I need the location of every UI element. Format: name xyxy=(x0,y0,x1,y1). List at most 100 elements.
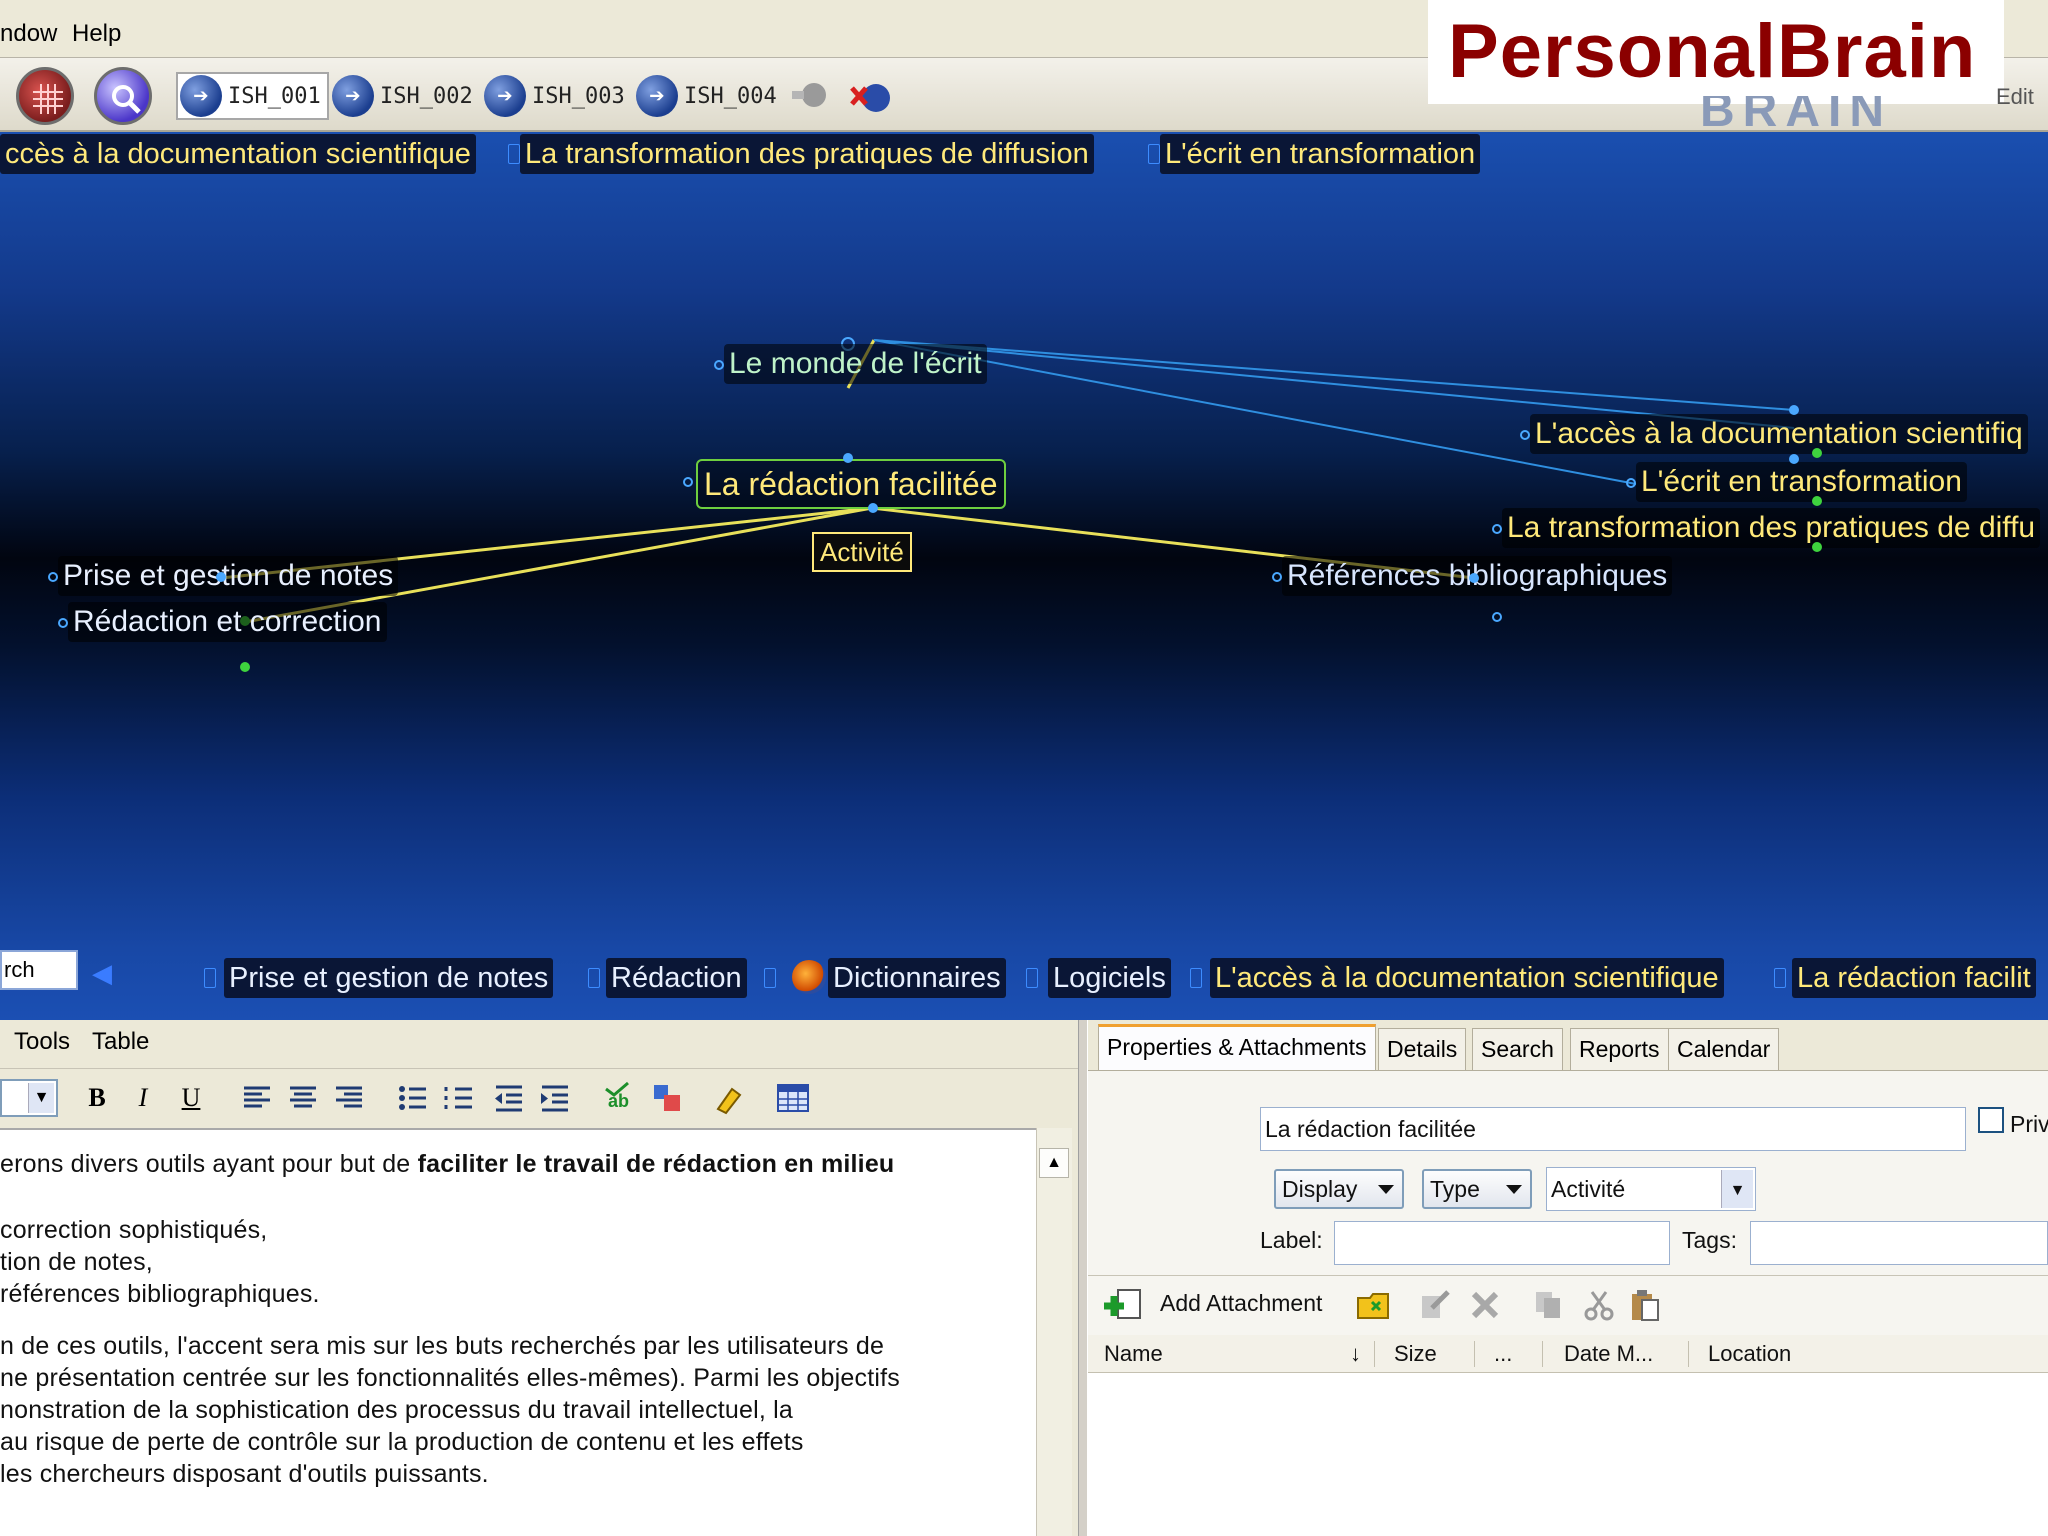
tab-reports[interactable]: Reports xyxy=(1570,1028,1669,1070)
gate-child[interactable] xyxy=(1272,572,1282,582)
notes-editor[interactable]: erons divers outils ayant pour but de fa… xyxy=(0,1128,1036,1536)
thought-name-field[interactable]: La rédaction facilitée xyxy=(1260,1107,1966,1151)
thought-jump-acces[interactable]: L'accès à la documentation scientifiq xyxy=(1530,414,2028,454)
arrow-right-icon: ➔ xyxy=(180,75,222,117)
thought-jump-ecrit[interactable]: L'écrit en transformation xyxy=(1636,462,1967,502)
gate-child-top[interactable] xyxy=(216,572,226,582)
active-thought[interactable]: La rédaction facilitée xyxy=(696,459,1006,509)
menu-table[interactable]: Table xyxy=(92,1028,149,1056)
gate-jump-top[interactable] xyxy=(1789,405,1799,415)
col-size[interactable]: Size xyxy=(1394,1341,1437,1367)
paste-icon[interactable] xyxy=(1628,1288,1662,1322)
edit-attachment-icon[interactable] xyxy=(1418,1288,1452,1322)
menu-window[interactable]: ndow xyxy=(0,20,57,48)
spellcheck-icon[interactable]: ab xyxy=(600,1079,638,1117)
bulleted-list-icon[interactable] xyxy=(394,1079,432,1117)
label-field[interactable] xyxy=(1334,1221,1670,1265)
notes-scrollbar[interactable]: ▲ xyxy=(1036,1128,1072,1536)
italic-button[interactable]: I xyxy=(124,1079,162,1117)
plex-search-input[interactable]: rch xyxy=(0,950,78,990)
notes-line: erons divers outils ayant pour but de fa… xyxy=(0,1150,895,1178)
gate-jump[interactable] xyxy=(1520,430,1530,440)
gate-parent-left[interactable] xyxy=(714,360,724,370)
plug-icon[interactable] xyxy=(790,80,830,110)
brain-home-icon[interactable] xyxy=(16,67,74,125)
font-size-combo[interactable]: ▼ xyxy=(0,1079,58,1117)
underline-button[interactable]: U xyxy=(172,1079,210,1117)
pin-bottom-redaction[interactable]: Rédaction xyxy=(606,958,747,998)
align-left-icon[interactable] xyxy=(238,1079,276,1117)
numbered-list-icon[interactable] xyxy=(440,1079,478,1117)
gate-active-top[interactable] xyxy=(843,453,853,463)
brain-tab-ish-003[interactable]: ➔ ISH_003 xyxy=(480,72,633,120)
brain-tab-ish-002[interactable]: ➔ ISH_002 xyxy=(328,72,481,120)
attachments-list[interactable] xyxy=(1088,1373,2048,1536)
bold-button[interactable]: B xyxy=(78,1079,116,1117)
thought-type-badge: Activité xyxy=(812,532,912,572)
thought-jump-transformation[interactable]: La transformation des pratiques de diffu xyxy=(1502,508,2041,548)
gate-jump-bottom[interactable] xyxy=(1812,496,1822,506)
align-center-icon[interactable] xyxy=(284,1079,322,1117)
thought-child-correction[interactable]: Rédaction et correction xyxy=(68,602,387,642)
gate-jump[interactable] xyxy=(1626,478,1636,488)
brain-tab-ish-004[interactable]: ➔ ISH_004 xyxy=(632,72,785,120)
folder-icon[interactable] xyxy=(1356,1288,1390,1322)
delete-icon[interactable] xyxy=(1468,1288,1502,1322)
outdent-icon[interactable] xyxy=(490,1079,528,1117)
notes-line: références bibliographiques. xyxy=(0,1280,320,1308)
gate-jump[interactable] xyxy=(1492,524,1502,534)
thought-child-notes[interactable]: Prise et gestion de notes xyxy=(58,556,399,596)
tags-field[interactable] xyxy=(1750,1221,2048,1265)
gate-jump-top[interactable] xyxy=(1789,454,1799,464)
scroll-up-icon[interactable]: ▲ xyxy=(1039,1148,1069,1178)
pin-top-3[interactable]: L'écrit en transformation xyxy=(1160,134,1481,174)
align-right-icon[interactable] xyxy=(330,1079,368,1117)
pin-bottom-acces[interactable]: L'accès à la documentation scientifique xyxy=(1210,958,1724,998)
menu-tools[interactable]: Tools xyxy=(14,1028,70,1056)
tab-properties-attachments[interactable]: Properties & Attachments xyxy=(1098,1024,1376,1070)
gate-child-bottom[interactable] xyxy=(1492,612,1502,622)
type-dropdown[interactable]: Type xyxy=(1422,1169,1532,1209)
pin-bottom-notes[interactable]: Prise et gestion de notes xyxy=(224,958,554,998)
gate-active-bottom[interactable] xyxy=(868,503,878,513)
add-attachment-icon[interactable] xyxy=(1102,1286,1146,1324)
pin-separator xyxy=(588,968,600,988)
gate-child[interactable] xyxy=(48,572,58,582)
notes-line: n de ces outils, l'accent sera mis sur l… xyxy=(0,1332,885,1360)
highlight-icon[interactable] xyxy=(710,1079,748,1117)
pin-top-2[interactable]: La transformation des pratiques de diffu… xyxy=(520,134,1094,174)
pin-top-1[interactable]: ccès à la documentation scientifique xyxy=(0,134,476,174)
gate-jump-bottom[interactable] xyxy=(1812,542,1822,552)
cut-icon[interactable] xyxy=(1582,1288,1616,1322)
close-brain-icon[interactable] xyxy=(848,78,892,118)
type-select[interactable]: Activité ▼ xyxy=(1546,1167,1756,1211)
private-checkbox[interactable] xyxy=(1978,1107,2004,1133)
thought-parent[interactable]: Le monde de l'écrit xyxy=(724,344,987,384)
col-name[interactable]: Name xyxy=(1104,1341,1163,1367)
color-icon[interactable] xyxy=(648,1079,686,1117)
col-more[interactable]: ... xyxy=(1494,1341,1512,1367)
col-location[interactable]: Location xyxy=(1708,1341,1791,1367)
add-attachment-button[interactable]: Add Attachment xyxy=(1160,1290,1322,1317)
table-icon[interactable] xyxy=(774,1079,812,1117)
copy-icon[interactable] xyxy=(1532,1288,1566,1322)
brain-tab-ish-001[interactable]: ➔ ISH_001 xyxy=(176,72,329,120)
gate-child[interactable] xyxy=(58,618,68,628)
gate-child-bottom[interactable] xyxy=(240,662,250,672)
tab-search[interactable]: Search xyxy=(1472,1028,1563,1070)
col-date-modified[interactable]: Date M... xyxy=(1564,1341,1653,1367)
gate-active-left[interactable] xyxy=(683,477,693,487)
tab-calendar[interactable]: Calendar xyxy=(1668,1028,1780,1070)
display-dropdown[interactable]: Display xyxy=(1274,1169,1404,1209)
gate-jump-bottom[interactable] xyxy=(1812,448,1822,458)
pin-bottom-logiciels[interactable]: Logiciels xyxy=(1048,958,1171,998)
back-arrow-icon[interactable]: ◀ xyxy=(92,958,112,989)
pin-bottom-redaction-facilitee[interactable]: La rédaction facilit xyxy=(1792,958,2036,998)
menu-help[interactable]: Help xyxy=(72,20,121,48)
panel-splitter[interactable] xyxy=(1078,1020,1088,1536)
pin-bottom-dictionnaires[interactable]: Dictionnaires xyxy=(828,958,1006,998)
tab-details[interactable]: Details xyxy=(1378,1028,1467,1070)
indent-icon[interactable] xyxy=(536,1079,574,1117)
gate-child-top[interactable] xyxy=(1469,573,1479,583)
search-icon[interactable] xyxy=(94,67,152,125)
